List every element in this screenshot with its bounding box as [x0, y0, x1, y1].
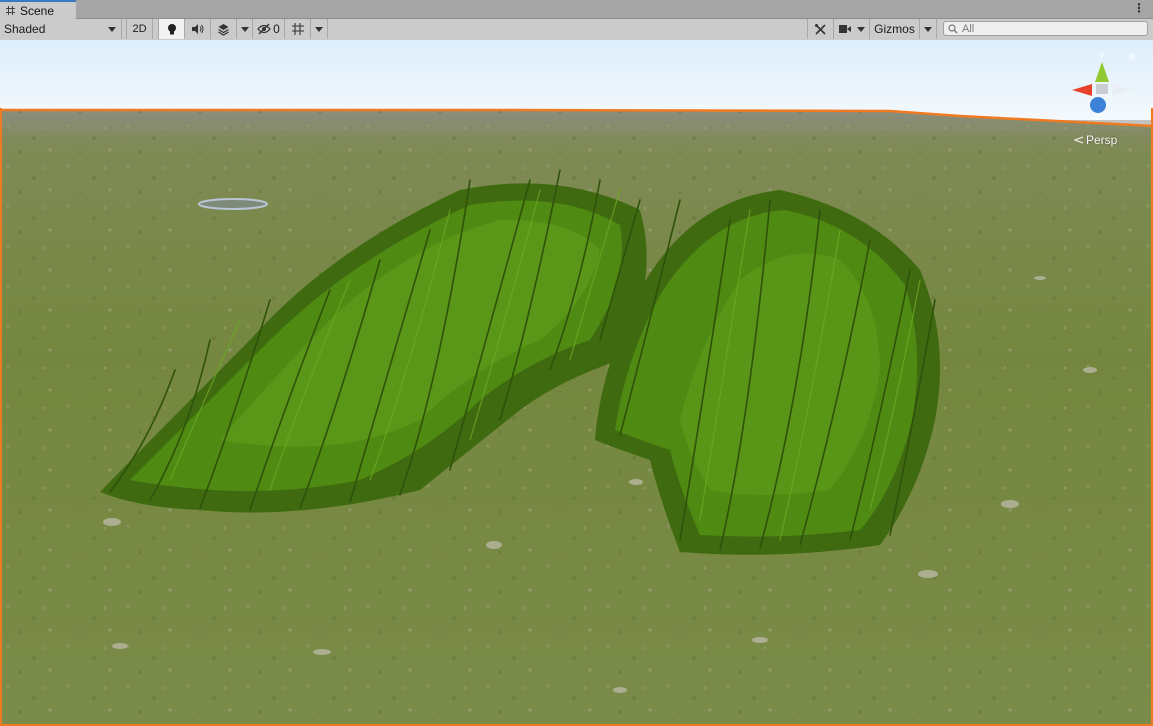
layers-effects-icon — [218, 23, 229, 36]
lightbulb-icon — [167, 23, 176, 34]
gizmo-lock-icon[interactable] — [1130, 54, 1135, 59]
gizmos-label: Gizmos — [874, 22, 915, 36]
toggle-2d-label: 2D — [132, 23, 147, 35]
orientation-gizmo[interactable]: y z — [1068, 48, 1138, 124]
axis-label-z: z — [1095, 112, 1100, 123]
axis-y-cone[interactable] — [1095, 62, 1109, 82]
kebab-menu-icon[interactable]: ⋮ — [1133, 2, 1145, 14]
speaker-icon — [192, 24, 204, 34]
effects-dropdown[interactable] — [236, 19, 252, 39]
audio-toggle-button[interactable] — [184, 19, 210, 39]
chevron-down-icon — [924, 26, 932, 32]
hidden-objects-toggle[interactable]: 0 — [252, 19, 284, 39]
ring-gizmo — [198, 198, 268, 210]
camera-icon — [839, 25, 851, 33]
search-placeholder: All — [962, 22, 975, 35]
scene-toolbar: Shaded 2D 0 Gizmos All — [0, 19, 1153, 41]
perspective-icon — [1074, 136, 1084, 144]
grid-dropdown[interactable] — [310, 19, 328, 39]
grid-toggle-button[interactable] — [284, 19, 310, 39]
lighting-toggle-button[interactable] — [158, 19, 184, 39]
gizmos-dropdown[interactable] — [919, 19, 937, 39]
search-input[interactable]: All — [943, 21, 1148, 36]
tab-scene[interactable]: Scene — [0, 0, 76, 19]
scene-viewport[interactable]: y z Persp — [0, 40, 1153, 726]
gizmos-button[interactable]: Gizmos — [869, 19, 919, 39]
shading-mode-label: Shaded — [4, 22, 46, 36]
grid-icon — [6, 6, 15, 15]
axis-x-cone[interactable] — [1072, 84, 1092, 96]
tab-strip: Scene ⋮ — [0, 0, 1153, 19]
hidden-objects-count: 0 — [273, 22, 280, 36]
chevron-down-icon — [240, 26, 249, 32]
visibility-toggle-icon — [257, 23, 271, 35]
tools-icon — [815, 23, 826, 35]
grid-icon — [291, 23, 304, 35]
axis-negx-cone[interactable] — [1112, 84, 1132, 96]
chevron-down-icon — [108, 26, 116, 32]
camera-settings-button[interactable] — [833, 19, 869, 39]
shading-mode-dropdown[interactable]: Shaded — [0, 19, 122, 39]
search-icon — [948, 23, 958, 33]
sky — [0, 40, 1153, 120]
tab-scene-label: Scene — [20, 3, 55, 18]
tools-button[interactable] — [807, 19, 833, 39]
axis-label-y: y — [1099, 50, 1104, 61]
effects-toggle-button[interactable] — [210, 19, 236, 39]
scene-render — [0, 40, 1153, 726]
axis-z-cone[interactable] — [1090, 97, 1106, 113]
chevron-down-icon — [857, 26, 865, 32]
chevron-down-icon — [315, 26, 323, 32]
toggle-2d-button[interactable]: 2D — [126, 19, 153, 39]
gizmo-center-cube[interactable] — [1096, 84, 1108, 94]
projection-toggle[interactable]: Persp — [1074, 133, 1117, 147]
projection-label: Persp — [1086, 133, 1118, 147]
